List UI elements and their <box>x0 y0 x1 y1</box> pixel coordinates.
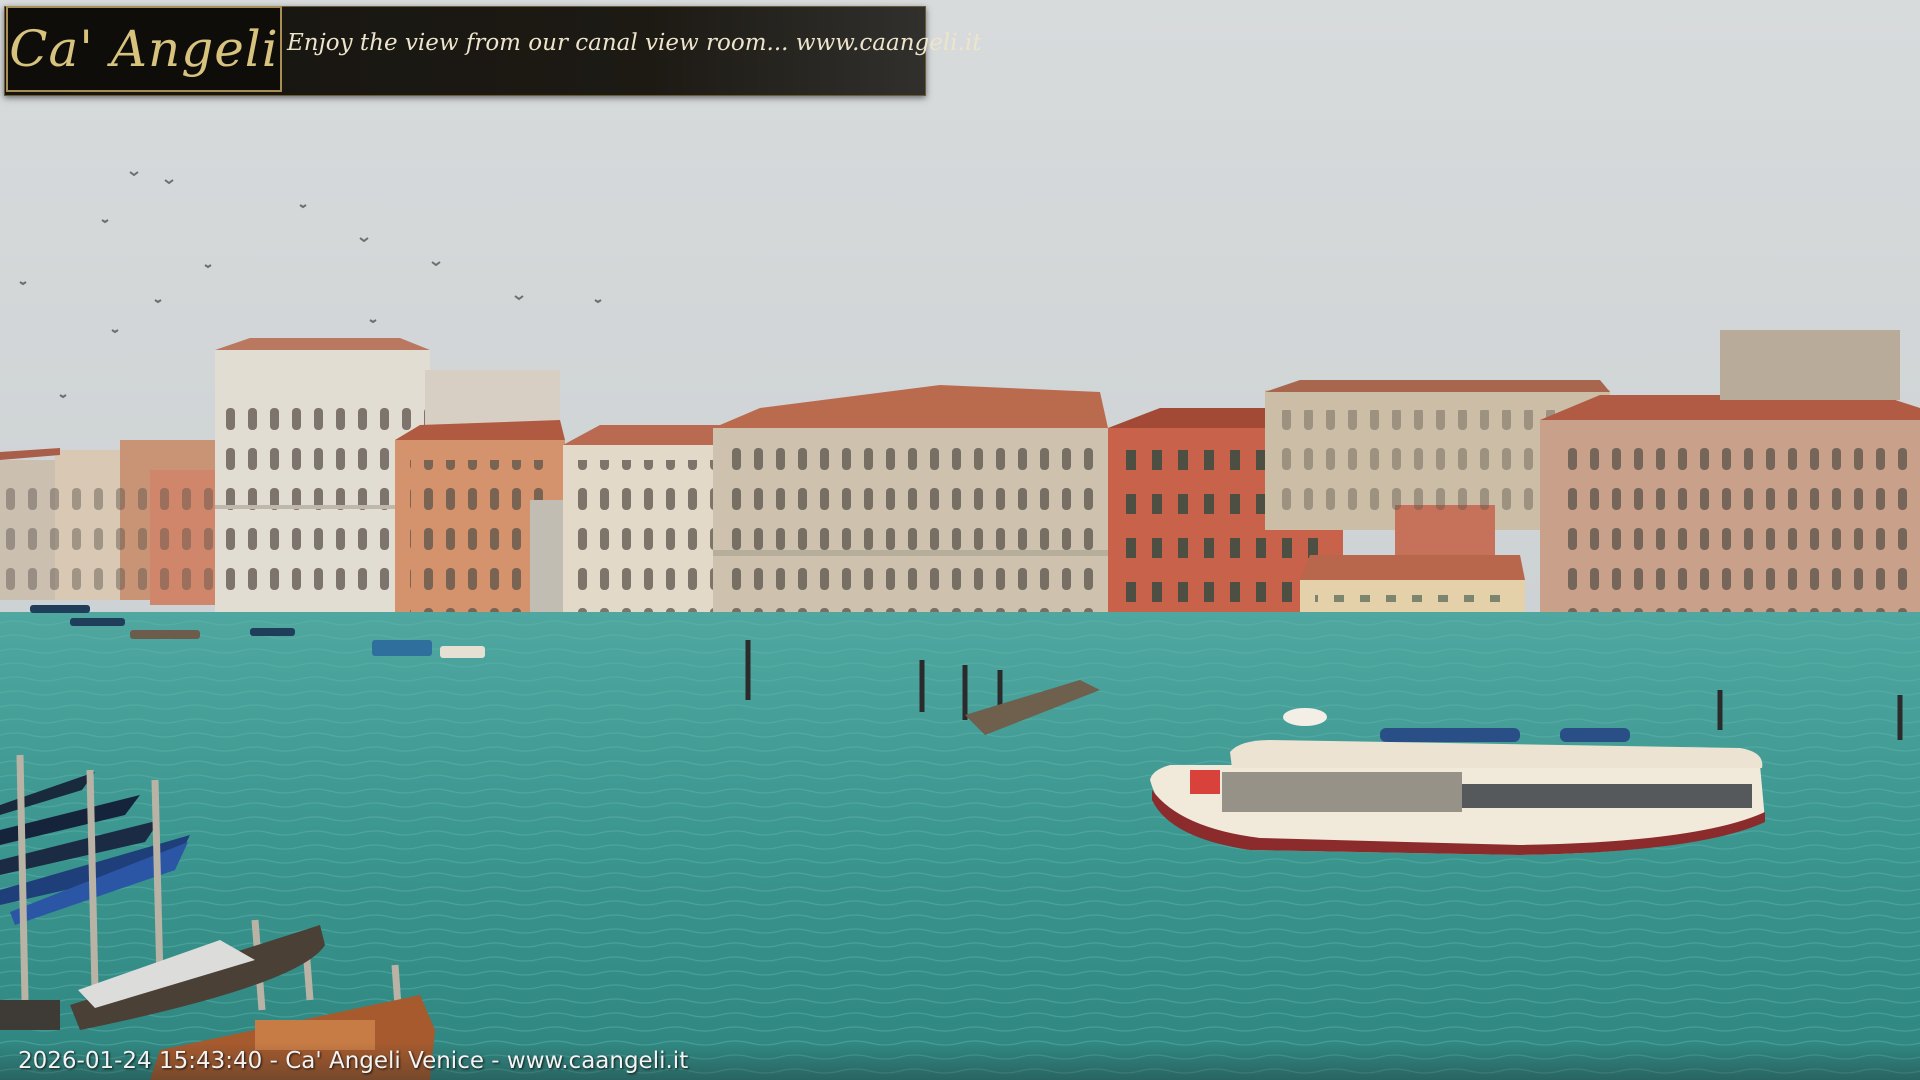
palazzo-orange <box>395 420 570 625</box>
timestamp-caption: 2026-01-24 15:43:40 - Ca' Angeli Venice … <box>18 1048 689 1074</box>
buildings-far-left <box>0 440 220 605</box>
logo: Ca' Angeli <box>6 6 282 92</box>
left-dock <box>0 1000 60 1030</box>
vaporetto-ferry <box>1150 740 1765 855</box>
logo-text: Ca' Angeli <box>9 20 279 78</box>
canal-webcam-image <box>0 0 1920 1080</box>
banner-tagline: Enjoy the view from our canal view room.… <box>287 30 982 56</box>
